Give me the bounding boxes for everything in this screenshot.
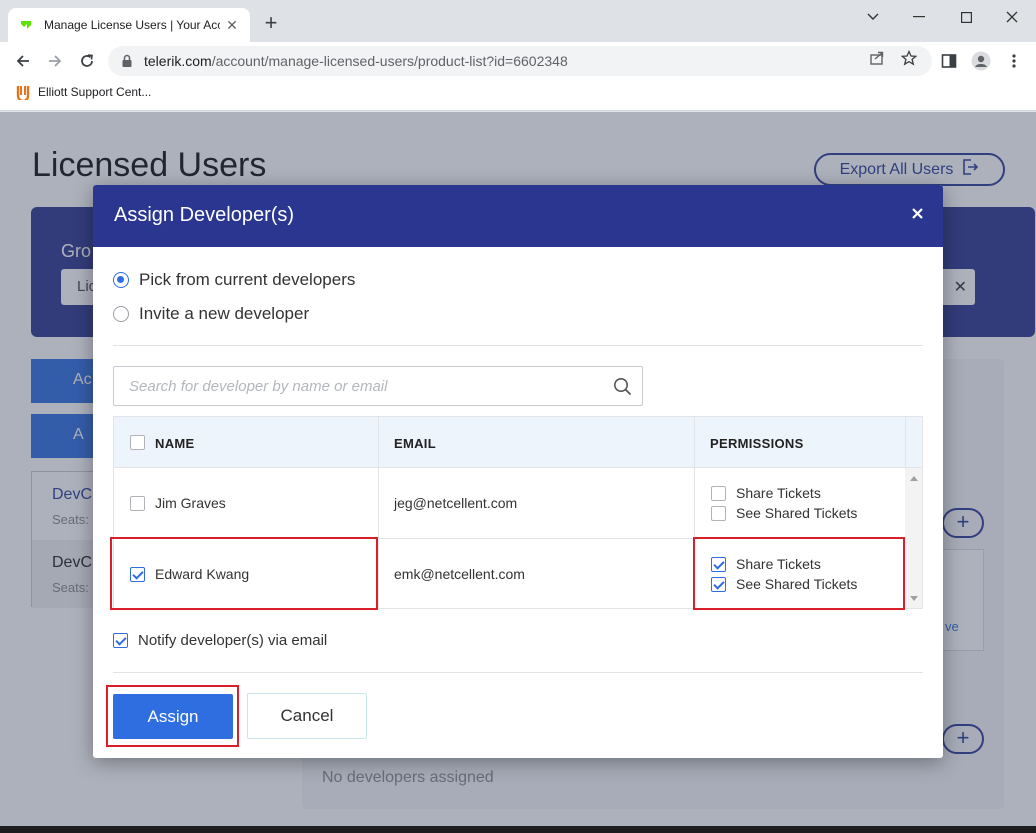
radio-invite-indicator[interactable] (113, 306, 129, 322)
search-input[interactable] (114, 367, 594, 405)
back-icon[interactable] (12, 50, 34, 72)
notify-email-label: Notify developer(s) via email (138, 632, 328, 649)
bookmark-star-icon[interactable] (900, 49, 918, 67)
highlight-permissions (693, 537, 905, 610)
maximize-icon[interactable] (955, 6, 977, 28)
divider-bottom (113, 672, 923, 673)
column-header-permissions[interactable]: PERMISSIONS (710, 436, 804, 451)
notify-email-option[interactable]: Notify developer(s) via email (113, 632, 327, 649)
radio-invite-new[interactable]: Invite a new developer (113, 304, 309, 324)
see-shared-tickets-checkbox[interactable] (711, 506, 726, 521)
cancel-button[interactable]: Cancel (247, 693, 367, 739)
telerik-favicon-icon (18, 17, 34, 33)
browser-tab[interactable]: Manage License Users | Your Account ✕ (8, 8, 250, 42)
share-tickets-label: Share Tickets (736, 485, 821, 501)
url-text: telerik.com/account/manage-licensed-user… (144, 53, 568, 69)
dialog-title: Assign Developer(s) (114, 204, 295, 226)
see-shared-tickets-label: See Shared Tickets (736, 505, 858, 521)
bookmarks-bar: Elliott Support Cent... (0, 80, 1036, 111)
tab-close-icon[interactable]: ✕ (224, 17, 240, 33)
table-row: Jim Graves jeg@netcellent.com Share Tick… (114, 468, 905, 539)
reload-icon[interactable] (76, 50, 98, 72)
divider-top (113, 345, 923, 346)
developer-email: jeg@netcellent.com (394, 495, 518, 511)
bookmark-label: Elliott Support Cent... (38, 85, 152, 99)
developer-name: Jim Graves (155, 495, 226, 511)
menu-kebab-icon[interactable] (1003, 50, 1025, 72)
highlight-assign-button (106, 685, 239, 747)
radio-pick-label: Pick from current developers (139, 270, 356, 289)
dialog-header: Assign Developer(s) (93, 185, 943, 247)
notify-email-checkbox[interactable] (113, 633, 128, 648)
search-icon[interactable] (613, 377, 632, 396)
profile-avatar-icon[interactable] (970, 50, 992, 72)
minimize-icon[interactable] (908, 6, 930, 28)
developer-email: emk@netcellent.com (394, 566, 525, 582)
column-header-name[interactable]: NAME (155, 436, 194, 451)
select-all-checkbox[interactable] (130, 435, 145, 450)
address-bar[interactable]: telerik.com/account/manage-licensed-user… (108, 46, 932, 76)
column-header-email[interactable]: EMAIL (394, 436, 436, 451)
forward-icon[interactable] (44, 50, 66, 72)
window-close-icon[interactable] (1001, 6, 1023, 28)
tab-title: Manage License Users | Your Account (44, 18, 220, 32)
share-tickets-checkbox[interactable] (711, 486, 726, 501)
developer-search[interactable] (113, 366, 643, 406)
elliott-logo-icon (16, 84, 30, 100)
dialog-close-icon[interactable] (909, 205, 925, 221)
scroll-up-icon[interactable] (910, 476, 918, 481)
grid-scrollbar[interactable] (905, 468, 922, 608)
radio-pick-current[interactable]: Pick from current developers (113, 270, 355, 290)
row-select-checkbox[interactable] (130, 496, 145, 511)
lock-icon[interactable] (120, 54, 134, 68)
assign-developers-dialog: Assign Developer(s) Pick from current de… (93, 185, 943, 758)
scroll-down-icon[interactable] (910, 596, 918, 601)
grid-header: NAME EMAIL PERMISSIONS (114, 417, 922, 468)
side-panel-icon[interactable] (938, 50, 960, 72)
radio-pick-indicator[interactable] (113, 272, 129, 288)
browser-tab-strip: Manage License Users | Your Account ✕ + (0, 0, 1036, 42)
share-icon[interactable] (868, 49, 886, 67)
taskbar-strip (0, 826, 1036, 833)
bookmark-elliott-support[interactable]: Elliott Support Cent... (16, 84, 151, 100)
new-tab-icon[interactable]: + (260, 12, 282, 34)
radio-invite-label: Invite a new developer (139, 304, 310, 323)
tab-search-icon[interactable] (862, 6, 884, 28)
browser-toolbar: telerik.com/account/manage-licensed-user… (0, 42, 1036, 80)
highlight-selected-developer (110, 537, 378, 610)
